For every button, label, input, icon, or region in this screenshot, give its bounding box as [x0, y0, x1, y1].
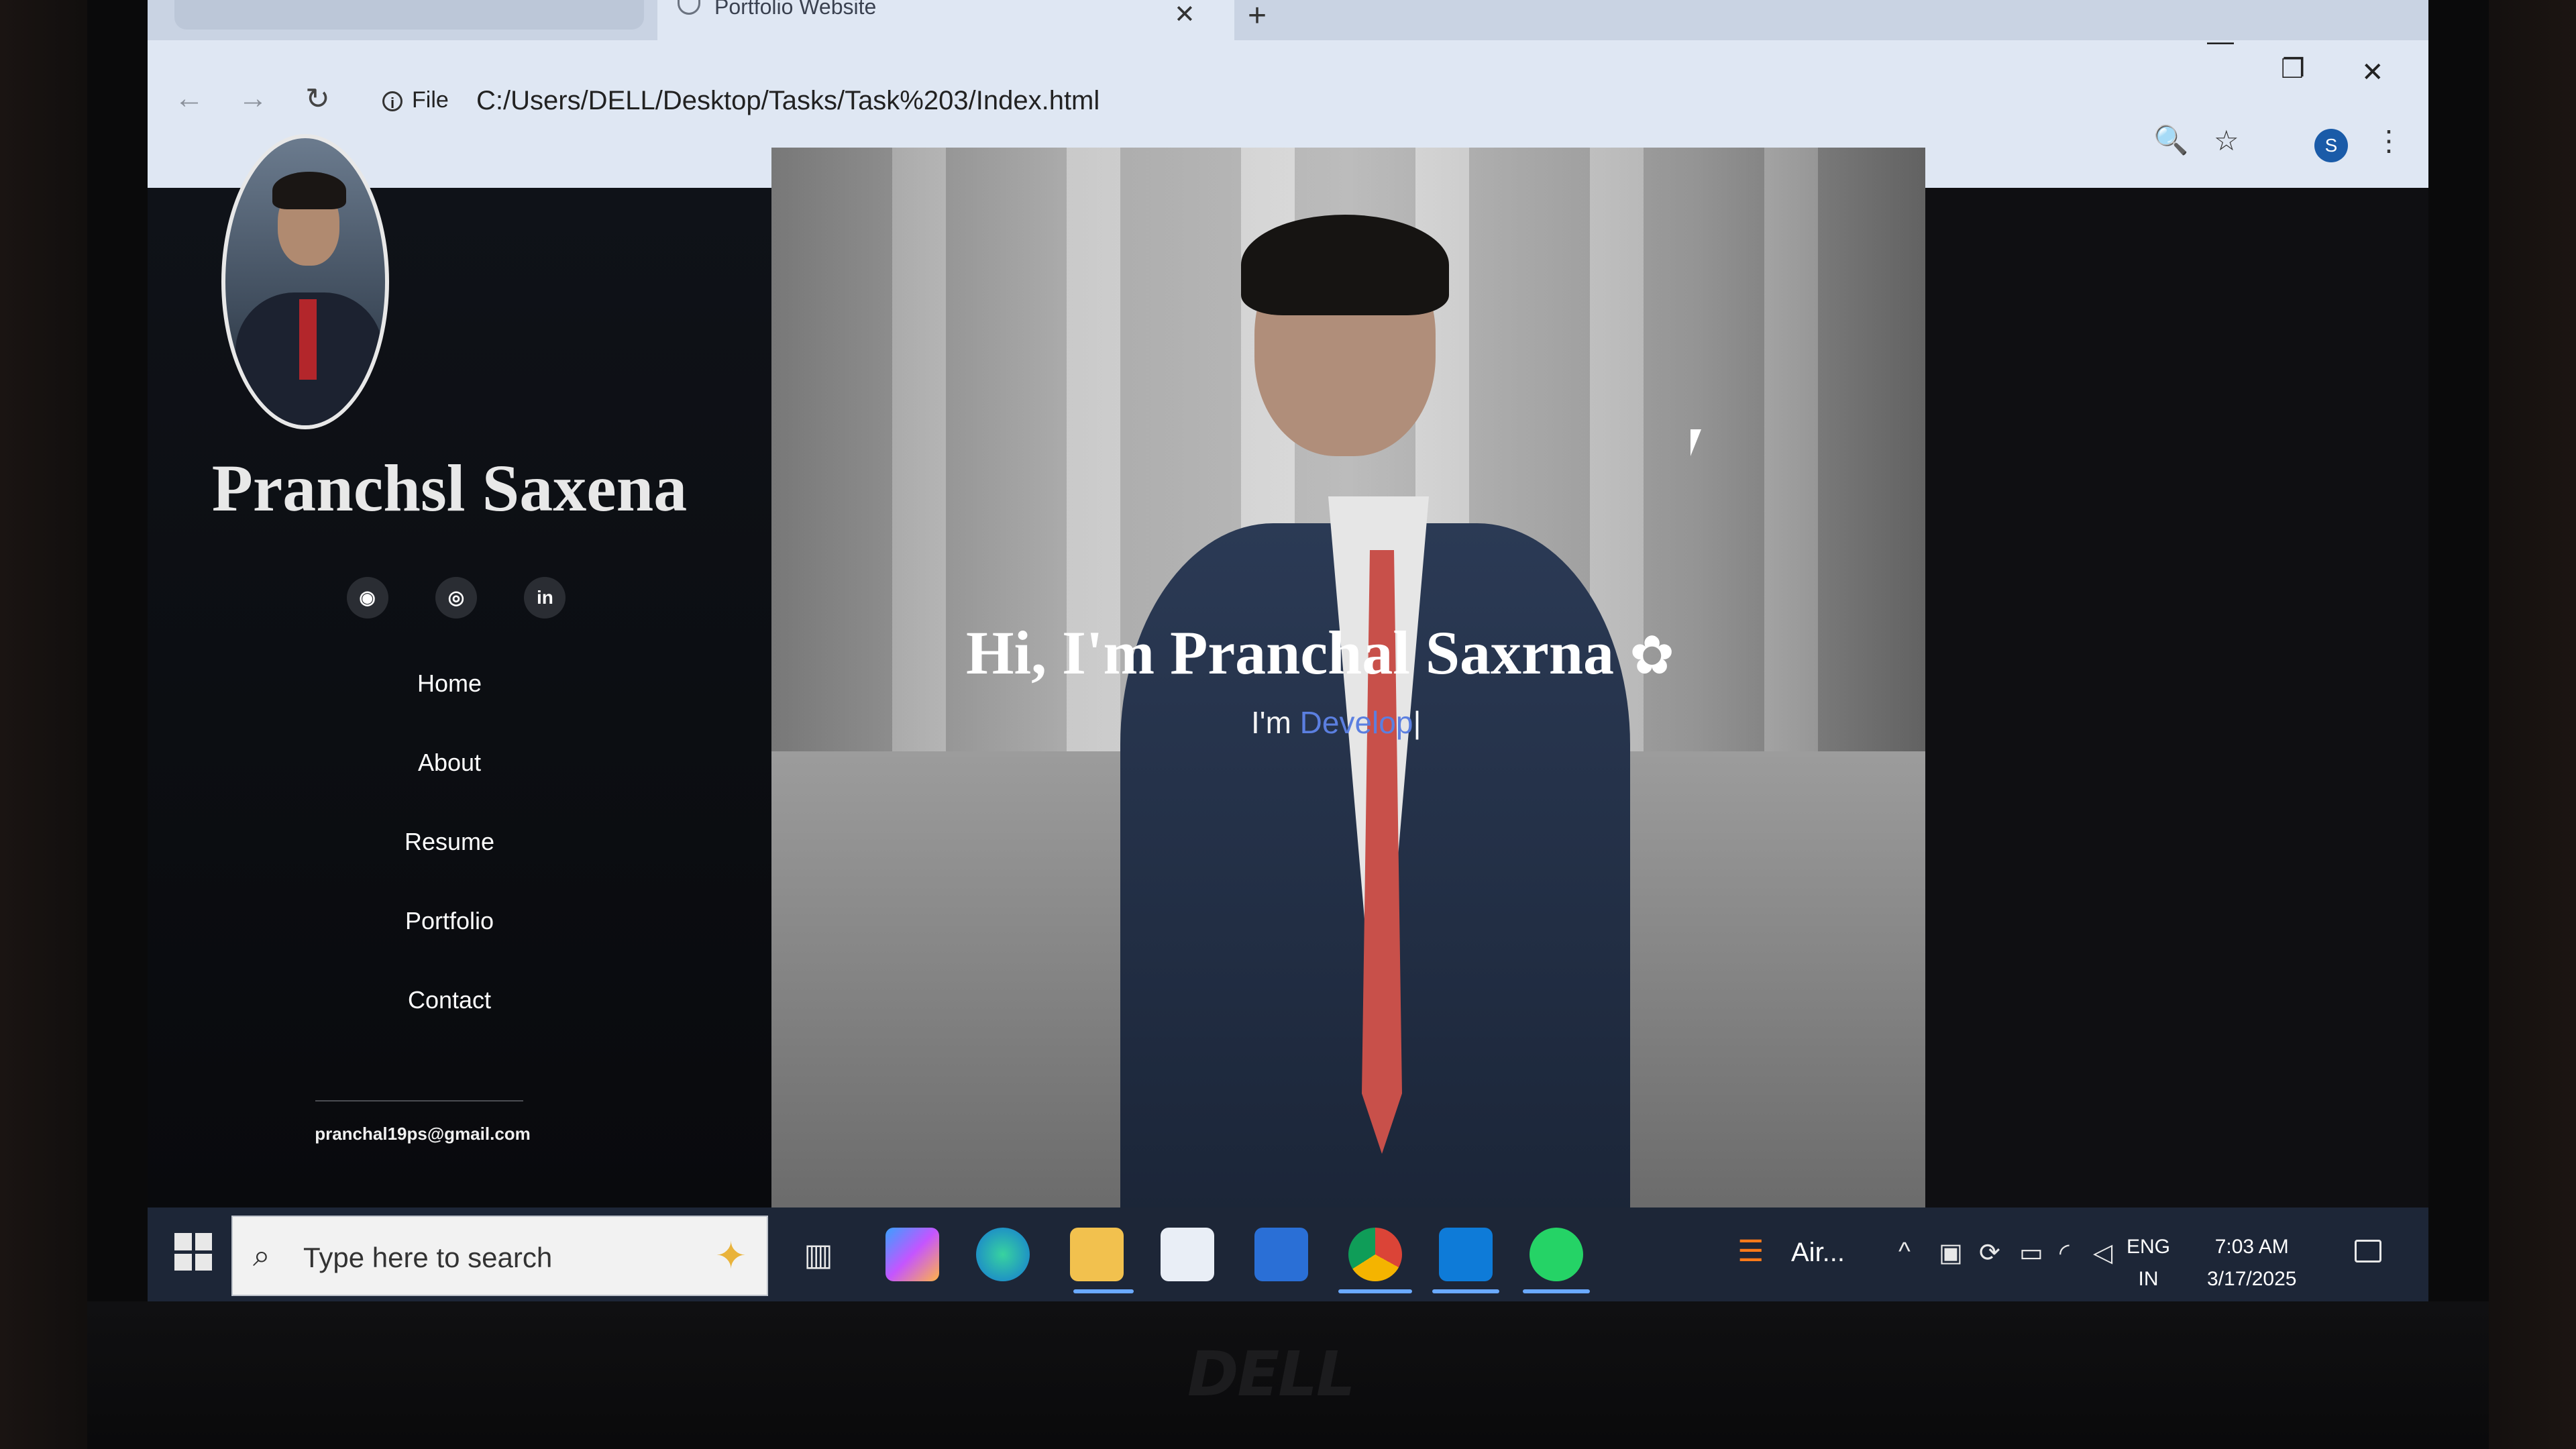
onedrive-sync-icon[interactable]: ⟳	[1979, 1238, 2000, 1268]
hero-title-text: Hi, I'm Pranchal Saxrna	[966, 619, 1615, 687]
hero-sub-prefix: I'm	[1251, 705, 1300, 740]
nav-resume[interactable]: Resume	[148, 802, 751, 881]
github-icon[interactable]: ◉	[346, 577, 388, 619]
contact-email[interactable]: pranchal19ps@gmail.com	[148, 1124, 698, 1144]
info-icon: i	[382, 91, 402, 112]
nav-contact[interactable]: Contact	[148, 961, 751, 1040]
instagram-icon[interactable]: ◎	[435, 577, 477, 619]
reload-button[interactable]: ↻	[305, 82, 330, 116]
tab-close-icon[interactable]: ✕	[1174, 0, 1195, 30]
profile-avatar[interactable]: S	[2314, 129, 2348, 162]
web-page: Pranchsl Saxena ◉ ◎ in Home About Resume…	[148, 134, 2428, 1221]
vscode-indicator	[1432, 1289, 1499, 1293]
wifi-icon[interactable]: ◜	[2059, 1238, 2070, 1268]
restore-button[interactable]: ❐	[2281, 54, 2305, 85]
tab-strip: Portfolio Website ✕ +	[148, 0, 2428, 40]
taskbar: ⌕ Type here to search ✦ ▥ ☰ Air... ^ ▣ ⟳…	[148, 1208, 2428, 1301]
language-code: ENG	[2127, 1236, 2171, 1258]
region-code: IN	[2138, 1268, 2159, 1290]
taskbar-search[interactable]: ⌕ Type here to search ✦	[231, 1216, 768, 1296]
chrome-indicator	[1338, 1289, 1412, 1293]
nav-portfolio[interactable]: Portfolio	[148, 881, 751, 961]
zoom-icon[interactable]: 🔍	[2153, 124, 2188, 157]
battery-icon[interactable]: ▭	[2019, 1238, 2043, 1268]
vscode-icon[interactable]	[1439, 1228, 1493, 1281]
nav-home[interactable]: Home	[148, 644, 751, 723]
sidebar-divider	[315, 1100, 523, 1102]
air-app-label[interactable]: Air...	[1791, 1238, 1845, 1268]
notification-icon[interactable]	[2355, 1240, 2381, 1263]
browser-menu-icon[interactable]: ⋮	[2375, 124, 2403, 157]
sidebar: Pranchsl Saxena ◉ ◎ in Home About Resume…	[148, 134, 785, 1208]
linkedin-icon[interactable]: in	[524, 577, 566, 619]
search-icon: ⌕	[253, 1238, 270, 1273]
tab-title: Portfolio Website	[714, 0, 877, 19]
hero-typed-role: Develop	[1299, 705, 1413, 740]
volume-icon[interactable]: ◁	[2093, 1238, 2112, 1268]
site-info-button[interactable]: i File	[382, 87, 449, 113]
task-view-icon[interactable]: ▥	[792, 1228, 845, 1281]
copilot-icon[interactable]	[885, 1228, 939, 1281]
screen: Portfolio Website ✕ + ← → ↻ i File C:/Use…	[148, 0, 2428, 1301]
whatsapp-indicator	[1523, 1289, 1590, 1293]
search-placeholder: Type here to search	[303, 1242, 553, 1273]
file-explorer-indicator	[1073, 1289, 1134, 1293]
file-explorer-icon[interactable]	[1070, 1228, 1124, 1281]
forward-button[interactable]: →	[238, 82, 268, 115]
minimize-button[interactable]: —	[2207, 27, 2234, 57]
profile-name: Pranchsl Saxena	[211, 451, 688, 525]
mouse-pointer-icon	[1690, 429, 1701, 456]
tray-chevron-icon[interactable]: ^	[1898, 1238, 1911, 1267]
profile-photo	[221, 134, 389, 429]
dell-logo: DELL	[1187, 1338, 1355, 1410]
clock-date: 3/17/2025	[2207, 1268, 2297, 1290]
sidebar-nav: Home About Resume Portfolio Contact	[148, 644, 751, 1040]
hero-title: Hi, I'm Pranchal Saxrna ✿	[966, 617, 1674, 688]
whatsapp-icon[interactable]	[1529, 1228, 1583, 1281]
store-icon[interactable]	[1161, 1228, 1214, 1281]
air-app-icon[interactable]: ☰	[1737, 1234, 1764, 1269]
clock-time: 7:03 AM	[2214, 1236, 2289, 1258]
site-info-label: File	[412, 87, 449, 113]
language-indicator[interactable]: ENG IN	[2127, 1231, 2170, 1295]
flower-icon: ✿	[1629, 624, 1675, 686]
sparkle-icon: ✦	[715, 1234, 747, 1277]
new-tab-button[interactable]: +	[1248, 0, 1267, 32]
edge-icon[interactable]	[976, 1228, 1030, 1281]
chrome-icon[interactable]	[1348, 1228, 1402, 1281]
close-window-button[interactable]: ✕	[2361, 57, 2384, 88]
typing-caret: |	[1413, 705, 1421, 740]
tab-previous[interactable]	[174, 0, 644, 30]
outlook-icon[interactable]	[1254, 1228, 1308, 1281]
system-clock[interactable]: 7:03 AM 3/17/2025	[2207, 1231, 2296, 1295]
back-button[interactable]: ←	[174, 82, 204, 115]
nav-about[interactable]: About	[148, 723, 751, 802]
hero-subtitle: I'm Develop|	[1251, 704, 1421, 741]
windows-start-icon[interactable]	[174, 1233, 212, 1271]
meet-now-icon[interactable]: ▣	[1939, 1238, 1963, 1268]
address-bar[interactable]: C:/Users/DELL/Desktop/Tasks/Task%203/Ind…	[476, 86, 1099, 116]
bookmark-star-icon[interactable]: ☆	[2214, 124, 2239, 157]
social-links: ◉ ◎ in	[148, 577, 765, 619]
